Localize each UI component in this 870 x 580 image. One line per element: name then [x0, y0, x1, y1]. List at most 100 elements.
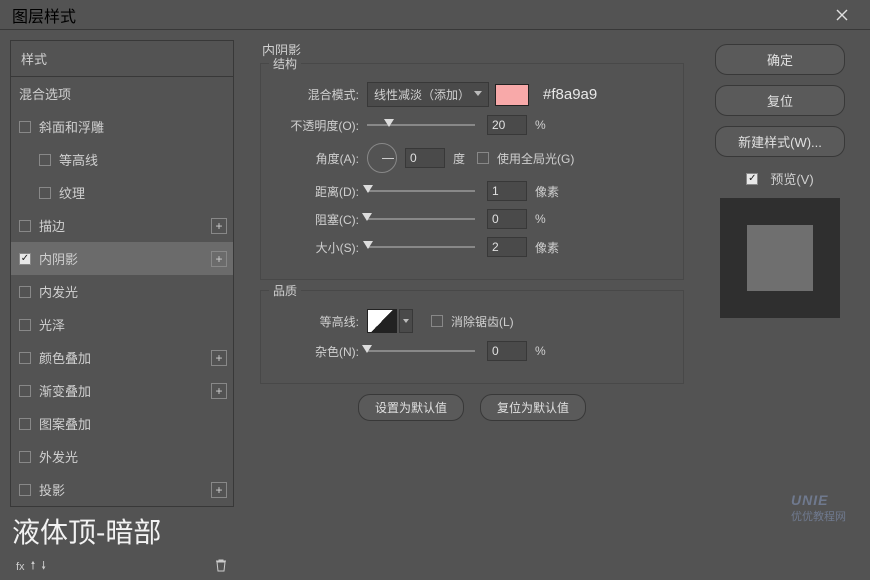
checkbox-icon: [431, 315, 443, 327]
blending-options[interactable]: 混合选项: [11, 77, 233, 110]
choke-input[interactable]: [487, 209, 527, 229]
arrow-down-icon[interactable]: 🠗: [41, 557, 46, 576]
structure-group: 结构 混合模式: 线性减淡（添加） #f8a9a9 不透明度(O): % 角度(…: [260, 63, 684, 280]
plus-icon[interactable]: +: [211, 383, 227, 399]
cancel-button[interactable]: 复位: [715, 85, 845, 116]
checkbox-icon[interactable]: [19, 253, 31, 265]
choke-unit: %: [535, 212, 546, 226]
style-item-label: 纹理: [59, 183, 85, 202]
opacity-input[interactable]: [487, 115, 527, 135]
style-item-2[interactable]: 纹理: [11, 176, 233, 209]
opacity-label: 不透明度(O):: [275, 117, 359, 134]
new-style-button[interactable]: 新建样式(W)...: [715, 126, 845, 157]
distance-label: 距离(D):: [275, 183, 359, 200]
global-light-checkbox[interactable]: 使用全局光(G): [477, 150, 574, 167]
structure-label: 结构: [269, 55, 301, 72]
style-item-8[interactable]: 渐变叠加 +: [11, 374, 233, 407]
style-item-6[interactable]: 光泽: [11, 308, 233, 341]
style-item-11[interactable]: 投影 +: [11, 473, 233, 506]
close-button[interactable]: [822, 0, 862, 30]
window-title: 图层样式: [12, 3, 76, 27]
contour-dropdown[interactable]: [399, 309, 413, 333]
plus-icon[interactable]: +: [211, 482, 227, 498]
style-item-label: 外发光: [39, 447, 78, 466]
sidebar: 样式 混合选项 斜面和浮雕等高线纹理描边+内阴影+内发光光泽颜色叠加+渐变叠加+…: [0, 30, 244, 580]
hex-label: #f8a9a9: [543, 86, 597, 103]
opacity-unit: %: [535, 118, 546, 132]
ok-button[interactable]: 确定: [715, 44, 845, 75]
checkbox-icon[interactable]: [19, 484, 31, 496]
blend-mode-label: 混合模式:: [275, 86, 359, 103]
checkbox-icon[interactable]: [39, 187, 51, 199]
angle-label: 角度(A):: [275, 150, 359, 167]
checkbox-icon[interactable]: [19, 319, 31, 331]
noise-unit: %: [535, 344, 546, 358]
color-swatch[interactable]: [495, 84, 529, 106]
checkbox-icon[interactable]: [19, 286, 31, 298]
distance-input[interactable]: [487, 181, 527, 201]
checkbox-icon: [477, 152, 489, 164]
style-item-label: 渐变叠加: [39, 381, 91, 400]
plus-icon[interactable]: +: [211, 251, 227, 267]
plus-icon[interactable]: +: [211, 218, 227, 234]
size-label: 大小(S):: [275, 239, 359, 256]
main-area: 样式 混合选项 斜面和浮雕等高线纹理描边+内阴影+内发光光泽颜色叠加+渐变叠加+…: [0, 30, 870, 580]
angle-dial[interactable]: [367, 143, 397, 173]
style-item-label: 颜色叠加: [39, 348, 91, 367]
antialias-checkbox[interactable]: 消除锯齿(L): [431, 313, 514, 330]
plus-icon[interactable]: +: [211, 350, 227, 366]
angle-input[interactable]: [405, 148, 445, 168]
opacity-slider[interactable]: [367, 124, 475, 126]
style-item-4[interactable]: 内阴影+: [11, 242, 233, 275]
checkbox-icon[interactable]: [19, 385, 31, 397]
checkbox-icon[interactable]: [19, 352, 31, 364]
noise-label: 杂色(N):: [275, 343, 359, 360]
style-item-label: 斜面和浮雕: [39, 117, 104, 136]
reset-default-button[interactable]: 复位为默认值: [480, 394, 586, 421]
checkbox-icon[interactable]: [19, 121, 31, 133]
sidebar-footer: fx 🠕 🠗: [10, 553, 234, 580]
checkbox-icon[interactable]: [19, 451, 31, 463]
titlebar: 图层样式: [0, 0, 870, 30]
style-item-label: 图案叠加: [39, 414, 91, 433]
checkbox-icon[interactable]: [39, 154, 51, 166]
style-item-3[interactable]: 描边 +: [11, 209, 233, 242]
watermark: UNIE 优优教程网: [791, 492, 846, 524]
style-item-9[interactable]: 图案叠加: [11, 407, 233, 440]
size-input[interactable]: [487, 237, 527, 257]
style-item-7[interactable]: 颜色叠加 +: [11, 341, 233, 374]
styles-header: 样式: [11, 41, 233, 77]
arrow-up-icon[interactable]: 🠕: [31, 557, 36, 576]
style-list: 样式 混合选项 斜面和浮雕等高线纹理描边+内阴影+内发光光泽颜色叠加+渐变叠加+…: [10, 40, 234, 507]
distance-slider[interactable]: [367, 190, 475, 192]
style-item-10[interactable]: 外发光: [11, 440, 233, 473]
size-slider[interactable]: [367, 246, 475, 248]
style-item-label: 等高线: [59, 150, 98, 169]
choke-slider[interactable]: [367, 218, 475, 220]
size-unit: 像素: [535, 239, 559, 256]
contour-label: 等高线:: [275, 313, 359, 330]
style-item-0[interactable]: 斜面和浮雕: [11, 110, 233, 143]
noise-input[interactable]: [487, 341, 527, 361]
noise-slider[interactable]: [367, 350, 475, 352]
checkbox-icon: [746, 173, 758, 185]
style-item-label: 内发光: [39, 282, 78, 301]
preview-box: [720, 198, 840, 318]
make-default-button[interactable]: 设置为默认值: [358, 394, 464, 421]
checkbox-icon[interactable]: [19, 220, 31, 232]
center-panel: 内阴影 结构 混合模式: 线性减淡（添加） #f8a9a9 不透明度(O): %…: [244, 30, 700, 580]
style-item-5[interactable]: 内发光: [11, 275, 233, 308]
checkbox-icon[interactable]: [19, 418, 31, 430]
trash-icon[interactable]: [214, 558, 228, 575]
style-item-1[interactable]: 等高线: [11, 143, 233, 176]
style-item-label: 投影: [39, 480, 65, 499]
blend-mode-select[interactable]: 线性减淡（添加）: [367, 82, 489, 107]
close-icon: [836, 9, 848, 21]
blending-options-label: 混合选项: [19, 84, 71, 103]
choke-label: 阻塞(C):: [275, 211, 359, 228]
contour-swatch[interactable]: [367, 309, 397, 333]
style-item-label: 描边: [39, 216, 65, 235]
layer-name: 液体顶-暗部: [10, 507, 234, 553]
preview-checkbox[interactable]: 预览(V): [746, 169, 813, 188]
fx-label[interactable]: fx: [16, 561, 25, 573]
